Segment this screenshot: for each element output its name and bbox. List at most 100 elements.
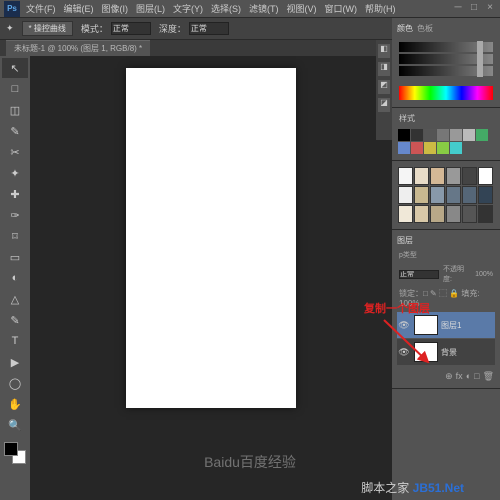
puppet-warp-button[interactable]: * 操控曲线 (22, 21, 73, 36)
preset-swatch[interactable] (414, 167, 429, 185)
g-slider[interactable] (399, 54, 493, 64)
style-swatch[interactable] (411, 142, 423, 154)
preset-swatch[interactable] (430, 167, 445, 185)
heal-tool[interactable]: ✚ (2, 184, 28, 204)
preset-swatch[interactable] (462, 205, 477, 223)
preset-swatch[interactable] (462, 186, 477, 204)
preset-swatch[interactable] (398, 205, 413, 223)
history-brush-tool[interactable]: ▭ (2, 247, 28, 267)
preset-swatch[interactable] (430, 186, 445, 204)
tab-swatches[interactable]: 色板 (417, 23, 433, 34)
style-swatch[interactable] (398, 129, 410, 141)
preset-swatch[interactable] (478, 205, 493, 223)
wand-tool[interactable]: ✎ (2, 121, 28, 141)
preset-swatch[interactable] (446, 205, 461, 223)
preset-swatch[interactable] (478, 186, 493, 204)
stamp-tool[interactable]: ⌑ (2, 226, 28, 246)
preset-swatch[interactable] (430, 205, 445, 223)
style-swatch[interactable] (424, 142, 436, 154)
menu-help[interactable]: 帮助(H) (365, 2, 396, 15)
dock-icon-1[interactable]: ◧ (378, 44, 390, 58)
shape-tool[interactable]: ◯ (2, 373, 28, 393)
folder-icon[interactable]: □ (474, 371, 479, 382)
dock-icon-4[interactable]: ◪ (378, 98, 390, 112)
lasso-tool[interactable]: ◫ (2, 100, 28, 120)
blend-mode-select[interactable] (399, 270, 439, 279)
style-swatch[interactable] (398, 142, 410, 154)
menu-select[interactable]: 选择(S) (211, 2, 241, 15)
menu-file[interactable]: 文件(F) (26, 2, 56, 15)
menu-image[interactable]: 图像(I) (102, 2, 129, 15)
opacity-value[interactable]: 100% (475, 271, 493, 278)
menu-edit[interactable]: 编辑(E) (64, 2, 94, 15)
layer-thumbnail[interactable] (414, 342, 438, 362)
preset-swatch[interactable] (414, 186, 429, 204)
eyedropper-tool[interactable]: ✦ (2, 163, 28, 183)
layers-panel: 图层 p类型 不透明度: 100% 锁定：□ ✎ ⬚ 🔒 填充: 100% 👁图… (392, 230, 500, 389)
layer-thumbnail[interactable] (414, 315, 438, 335)
layer-row[interactable]: 👁 背景 (397, 339, 495, 365)
tool-preset-icon[interactable]: ✦ (6, 23, 14, 34)
layer-name[interactable]: 图层1 (441, 320, 495, 331)
color-picker[interactable] (2, 440, 28, 466)
document-canvas[interactable] (126, 68, 296, 408)
style-swatch[interactable] (437, 129, 449, 141)
foreground-color-swatch[interactable] (4, 442, 18, 456)
lock-controls[interactable]: 锁定：□ ✎ ⬚ 🔒 (399, 289, 459, 298)
preset-swatch[interactable] (478, 167, 493, 185)
zoom-tool[interactable]: 🔍 (2, 415, 28, 435)
preset-swatch[interactable] (446, 186, 461, 204)
document-tab[interactable]: 未标题-1 @ 100% (图层 1, RGB/8) * (6, 40, 150, 56)
layer-name[interactable]: 背景 (441, 347, 495, 358)
fill-value[interactable]: 100% (399, 299, 419, 308)
preset-swatch[interactable] (398, 167, 413, 185)
type-tool[interactable]: T (2, 331, 28, 351)
menu-type[interactable]: 文字(Y) (173, 2, 203, 15)
path-tool[interactable]: ▶ (2, 352, 28, 372)
trash-icon[interactable]: 🗑 (483, 371, 494, 382)
preset-swatch[interactable] (398, 186, 413, 204)
mask-icon[interactable]: ◐ (466, 371, 471, 382)
b-slider[interactable] (399, 66, 493, 76)
style-swatch[interactable] (463, 129, 475, 141)
minimize-icon[interactable]: ─ (452, 2, 464, 14)
tab-color[interactable]: 颜色 (397, 23, 413, 34)
hand-tool[interactable]: ✋ (2, 394, 28, 414)
preset-swatch[interactable] (446, 167, 461, 185)
menu-layer[interactable]: 图层(L) (136, 2, 165, 15)
canvas-area[interactable] (30, 56, 392, 500)
r-slider[interactable] (399, 42, 493, 52)
preset-swatch[interactable] (462, 167, 477, 185)
spectrum-bar[interactable] (399, 86, 493, 100)
fx-icon[interactable]: fx (456, 371, 463, 382)
style-swatch[interactable] (424, 129, 436, 141)
marquee-tool[interactable]: □ (2, 79, 28, 99)
dock-icon-2[interactable]: ◨ (378, 62, 390, 76)
crop-tool[interactable]: ✂ (2, 142, 28, 162)
style-swatch[interactable] (450, 129, 462, 141)
move-tool[interactable]: ↖ (2, 58, 28, 78)
preset-swatch[interactable] (414, 205, 429, 223)
style-swatch[interactable] (450, 142, 462, 154)
menu-window[interactable]: 窗口(W) (325, 2, 358, 15)
new-layer-icon[interactable]: ⊕ (445, 371, 453, 382)
style-swatch[interactable] (476, 129, 488, 141)
close-icon[interactable]: × (484, 2, 496, 14)
density-select[interactable] (189, 22, 229, 35)
layer-row[interactable]: 👁 图层1 (397, 312, 495, 338)
visibility-icon[interactable]: 👁 (397, 347, 411, 358)
style-swatch[interactable] (411, 129, 423, 141)
window-controls: ─ □ × (452, 2, 496, 14)
tab-layers[interactable]: 图层 (397, 235, 413, 246)
pen-tool[interactable]: ✎ (2, 310, 28, 330)
style-swatch[interactable] (437, 142, 449, 154)
brush-tool[interactable]: ✑ (2, 205, 28, 225)
mode-select[interactable] (111, 22, 151, 35)
menu-filter[interactable]: 滤镜(T) (249, 2, 279, 15)
menu-view[interactable]: 视图(V) (287, 2, 317, 15)
eraser-tool[interactable]: ◐ (2, 268, 28, 288)
visibility-icon[interactable]: 👁 (397, 320, 411, 331)
gradient-tool[interactable]: △ (2, 289, 28, 309)
maximize-icon[interactable]: □ (468, 2, 480, 14)
dock-icon-3[interactable]: ◩ (378, 80, 390, 94)
